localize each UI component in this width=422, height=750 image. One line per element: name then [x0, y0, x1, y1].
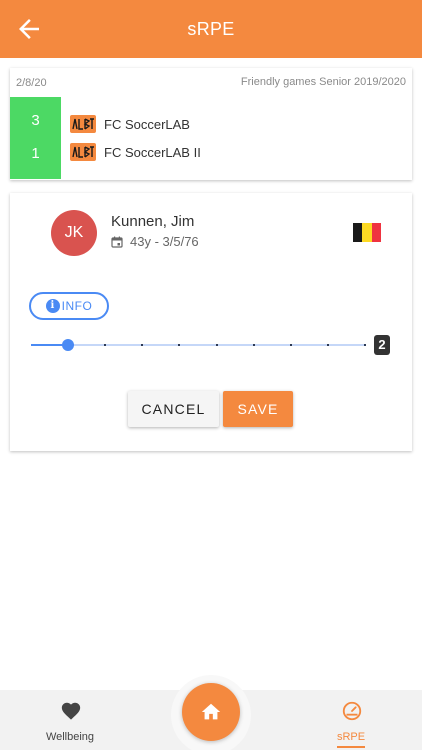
info-button[interactable]: i INFO: [29, 292, 109, 320]
home-team-name: FC SoccerLAB: [104, 116, 190, 132]
belgium-flag-icon: [353, 223, 381, 242]
slider-value: 2: [374, 335, 390, 355]
slider-tick: [326, 344, 329, 346]
app-bar: sRPE: [0, 0, 422, 58]
avatar: JK: [51, 210, 97, 256]
home-team: FC SoccerLAB: [70, 113, 190, 135]
cancel-button[interactable]: CANCEL: [128, 391, 219, 427]
nav-srpe[interactable]: sRPE: [301, 690, 401, 750]
slider-tick: [215, 344, 218, 346]
team-logo-icon: [70, 115, 96, 133]
calendar-icon: [111, 236, 123, 248]
player-card: JK Kunnen, Jim 43y - 3/5/76 i INFO 2 CAN…: [10, 193, 412, 451]
match-date: 2/8/20: [16, 77, 47, 89]
nav-srpe-label: sRPE: [336, 731, 366, 743]
info-icon: i: [45, 299, 60, 313]
save-button[interactable]: SAVE: [223, 391, 293, 427]
slider-track: [31, 344, 365, 346]
speedometer-icon: [342, 701, 362, 721]
away-team: FC SoccerLAB II: [70, 141, 201, 163]
match-card[interactable]: 2/8/20 Friendly games Senior 2019/2020 3…: [10, 68, 412, 180]
rpe-slider[interactable]: [31, 338, 366, 352]
info-label: INFO: [61, 299, 93, 313]
slider-tick: [104, 344, 107, 346]
slider-tick: [178, 344, 181, 346]
home-button[interactable]: [182, 683, 240, 741]
slider-tick: [364, 344, 366, 346]
home-score: 3: [31, 112, 40, 129]
home-icon: [201, 703, 221, 720]
player-meta: 43y - 3/5/76: [111, 234, 199, 249]
heart-icon: [61, 702, 81, 720]
nav-wellbeing-label: Wellbeing: [45, 731, 95, 743]
match-competition: Friendly games Senior 2019/2020: [240, 76, 406, 88]
active-tab-indicator: [337, 746, 365, 748]
away-team-name: FC SoccerLAB II: [104, 144, 201, 160]
page-title: sRPE: [187, 19, 235, 39]
away-score: 1: [31, 145, 40, 162]
team-logo-icon: [70, 143, 96, 161]
score-column: 3 1: [10, 97, 61, 179]
player-name: Kunnen, Jim: [111, 213, 195, 230]
nav-wellbeing[interactable]: Wellbeing: [20, 690, 120, 750]
slider-thumb[interactable]: [62, 339, 75, 351]
slider-tick: [252, 344, 255, 346]
player-age-birthdate: 43y - 3/5/76: [130, 234, 199, 249]
slider-tick: [141, 344, 144, 346]
slider-tick: [289, 344, 292, 346]
